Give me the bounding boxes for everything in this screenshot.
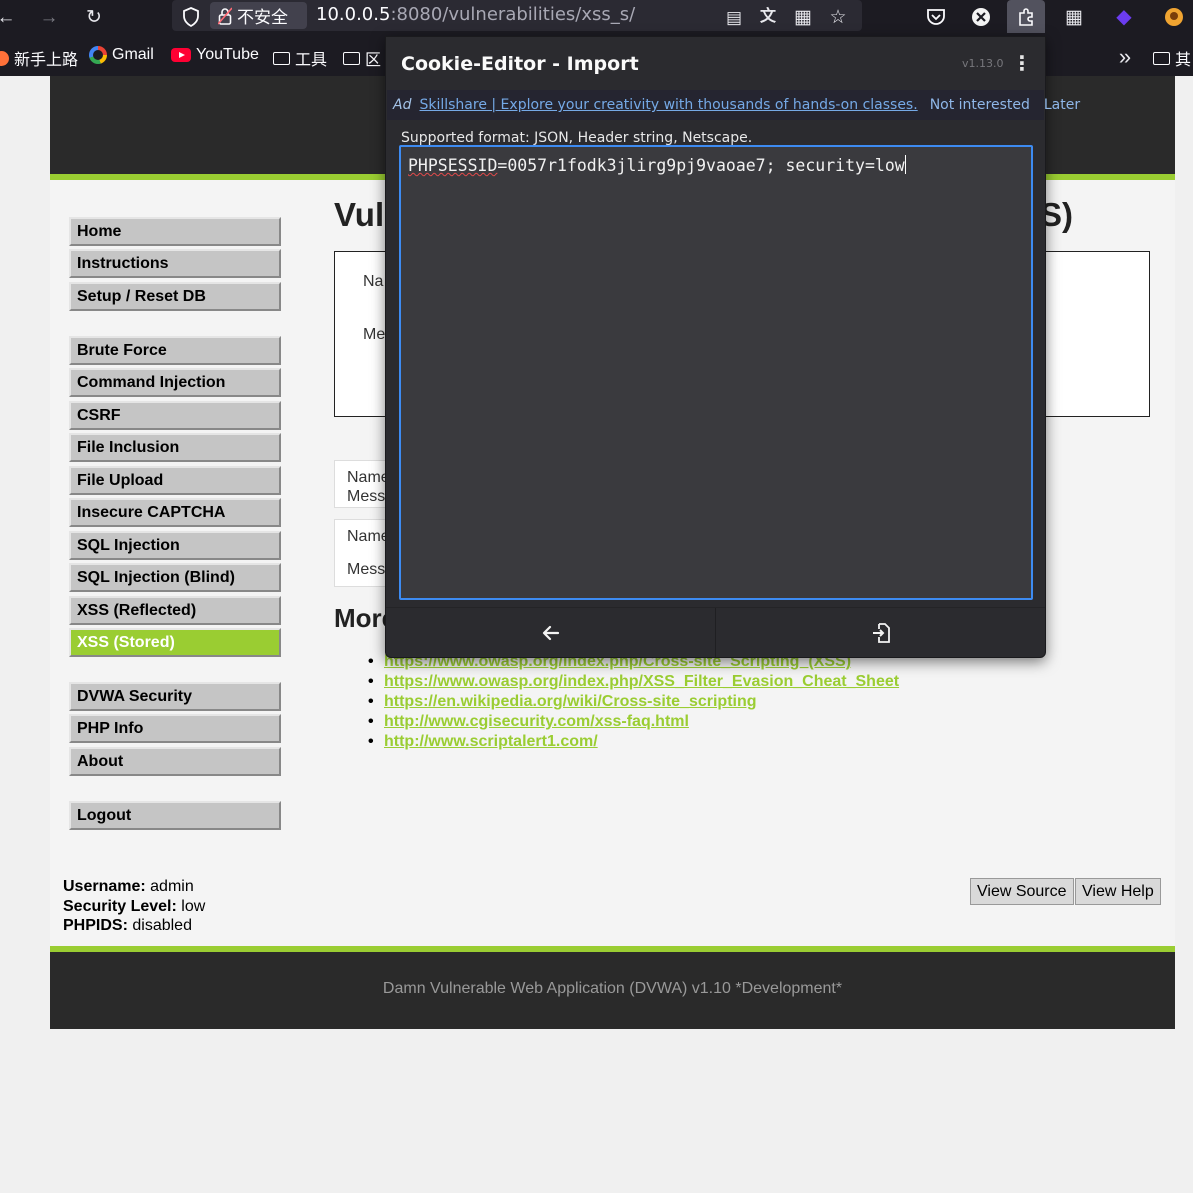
bookmark-item[interactable]: Gmail [89,46,154,64]
forward-icon[interactable]: → [36,4,62,30]
youtube-icon [171,48,191,62]
chevron-double-right-icon[interactable]: » [1112,44,1138,70]
menu-item-sql-injection[interactable]: SQL Injection [69,531,281,560]
popup-actions [386,607,1045,657]
apps-grid-icon[interactable]: ▦ [1061,4,1087,30]
list-item: http://www.scriptalert1.com/ [368,732,899,752]
popup-title: Cookie-Editor - Import [401,53,639,75]
url-path: :8080/vulnerabilities/xss_s/ [390,4,636,25]
menu-item-brute-force[interactable]: Brute Force [69,336,281,365]
username-value: admin [150,878,194,895]
menu-item-sql-injection-blind[interactable]: SQL Injection (Blind) [69,563,281,592]
dvwa-footer: Damn Vulnerable Web Application (DVWA) v… [50,946,1175,1029]
firefox-icon [0,50,9,66]
ad-tag: Ad [393,97,412,113]
menu-item-setup[interactable]: Setup / Reset DB [69,282,281,311]
ad-not-interested-button[interactable]: Not interested [930,97,1030,113]
google-icon [89,46,107,64]
session-status: Username: admin Security Level: low PHPI… [63,877,205,936]
cookie-value-text: =0057r1fodk3jlirg9pj9vaoae7; security=lo… [497,156,905,175]
menu-item-about[interactable]: About [69,747,281,776]
list-item: http://www.cgisecurity.com/xss-faq.html [368,712,899,732]
view-help-button[interactable]: View Help [1075,878,1161,905]
bookmark-folder[interactable]: 工具 [273,46,327,70]
reload-icon[interactable]: ↻ [81,4,107,30]
view-source-button[interactable]: View Source [970,878,1074,905]
url-host: 10.0.0.5 [316,4,391,25]
ad-banner: Ad Skillshare | Explore your creativity … [387,90,1080,120]
ad-later-button[interactable]: Later [1044,97,1080,113]
browser-toolbar: ← → ↻ 不安全 10.0.0.5:8080/vulnerabilities/… [0,0,1193,33]
menu-item-csrf[interactable]: CSRF [69,401,281,430]
url-text[interactable]: 10.0.0.5:8080/vulnerabilities/xss_s/ [316,4,635,25]
list-item: https://en.wikipedia.org/wiki/Cross-site… [368,692,899,712]
ad-link[interactable]: Skillshare | Explore your creativity wit… [419,97,917,113]
puzzle-extensions-icon[interactable] [1013,4,1039,30]
bookmark-item[interactable]: YouTube [171,46,259,64]
menu-item-logout[interactable]: Logout [69,801,281,830]
cookie-import-textarea[interactable]: PHPSESSID=0057r1fodk3jlirg9pj9vaoae7; se… [399,145,1033,600]
security-level-label: Security Level: [63,897,177,915]
phpids-value: disabled [132,917,192,934]
bookmark-folder[interactable]: 其 [1153,46,1191,70]
entry-name: Name [347,528,390,545]
menu-item-insecure-captcha[interactable]: Insecure CAPTCHA [69,498,281,527]
menu-item-php-info[interactable]: PHP Info [69,714,281,743]
insecure-badge[interactable]: 不安全 [210,2,307,29]
menu-item-instructions[interactable]: Instructions [69,249,281,278]
folder-icon [343,51,360,65]
pocket-icon[interactable] [923,4,949,30]
name-label: Na [363,273,384,290]
kebab-menu-icon[interactable]: ⋮ [1012,53,1032,73]
folder-icon [273,51,290,65]
cookie-editor-popup: Cookie-Editor - Import v1.13.0 ⋮ Ad Skil… [385,36,1080,658]
grid-extension-icon[interactable]: ▦ [790,4,816,30]
translate-icon[interactable]: 文 [755,4,781,30]
menu-item-home[interactable]: Home [69,217,281,246]
import-button[interactable] [715,608,1045,657]
list-item: https://www.owasp.org/index.php/XSS_Filt… [368,672,899,692]
page-title: Vul [334,196,385,233]
username-label: Username: [63,878,146,895]
reference-link[interactable]: http://www.scriptalert1.com/ [384,733,598,750]
purple-extension-icon[interactable]: ◆ [1111,4,1137,30]
entry-name: Name [347,469,390,486]
entry-message: Mess [347,561,386,578]
phpids-label: PHPIDS: [63,917,128,934]
arrow-left-icon [542,625,559,640]
bookmark-folder[interactable]: 区 [343,46,381,70]
text-caret [904,155,906,174]
popup-version: v1.13.0 [962,57,1004,70]
reference-link[interactable]: https://en.wikipedia.org/wiki/Cross-site… [384,693,757,710]
profile-avatar-icon[interactable] [1161,4,1187,30]
x-extension-icon[interactable] [968,4,994,30]
back-button[interactable] [386,608,715,657]
bookmark-star-icon[interactable]: ☆ [825,4,851,30]
menu-item-dvwa-security[interactable]: DVWA Security [69,682,281,711]
security-level-value: low [181,897,206,915]
format-hint: Supported format: JSON, Header string, N… [401,130,753,146]
menu-item-xss-stored[interactable]: XSS (Stored) [69,628,281,657]
spellcheck-word: PHPSESSID [408,156,498,175]
reference-link[interactable]: http://www.cgisecurity.com/xss-faq.html [384,713,689,730]
insecure-label: 不安全 [237,8,288,27]
bookmark-item[interactable]: 新手上路 [0,46,78,70]
reader-view-icon[interactable]: ▤ [721,4,747,30]
more-info-links: https://www.owasp.org/index.php/Cross-si… [368,652,899,752]
shield-icon[interactable] [178,4,204,30]
folder-icon [1153,51,1170,65]
back-icon[interactable]: ← [0,4,19,30]
file-import-icon [872,622,890,643]
lock-icon [218,6,232,25]
menu-item-command-injection[interactable]: Command Injection [69,368,281,397]
menu-item-file-inclusion[interactable]: File Inclusion [69,433,281,462]
message-label: Me [363,326,386,343]
reference-link[interactable]: https://www.owasp.org/index.php/XSS_Filt… [384,673,899,690]
menu-item-file-upload[interactable]: File Upload [69,466,281,495]
menu-item-xss-reflected[interactable]: XSS (Reflected) [69,596,281,625]
entry-message: Mess [347,488,386,505]
